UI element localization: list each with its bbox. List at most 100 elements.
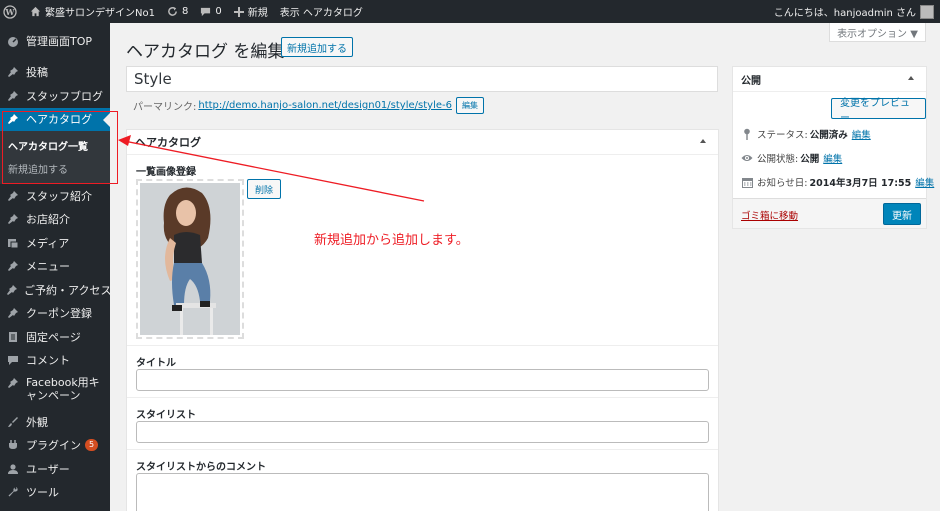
- hair-catalog-metabox: ヘアカタログ 一覧画像登録 削除 タイトル スタイリスト スタイリストからのコメ…: [126, 129, 719, 511]
- user-icon: [6, 462, 20, 476]
- comment-field-label: スタイリストからのコメント: [136, 462, 266, 473]
- eye-icon: [741, 152, 753, 164]
- stylist-field-input[interactable]: [136, 421, 709, 443]
- list-image-frame[interactable]: [136, 179, 244, 339]
- menu-facebook[interactable]: Facebook用キャンペーン: [0, 372, 110, 406]
- pin-icon: [6, 89, 20, 103]
- updates-link[interactable]: 8: [161, 0, 194, 23]
- wrench-icon: [6, 485, 20, 499]
- new-content-link[interactable]: 新規: [228, 0, 274, 23]
- new-label: 新規: [247, 8, 268, 19]
- page-icon: [6, 330, 20, 344]
- permalink-edit-button[interactable]: 編集: [455, 97, 484, 114]
- date-row: お知らせ日: 2014年3月7日 17:55 編集: [741, 175, 934, 189]
- delete-image-button[interactable]: 削除: [247, 179, 282, 199]
- refresh-icon: [168, 6, 177, 16]
- metabox-header[interactable]: ヘアカタログ: [127, 130, 718, 155]
- image-label: 一覧画像登録: [136, 167, 196, 178]
- greeting: こんにちは、hanjoadmin さん: [773, 8, 916, 19]
- date-edit-link[interactable]: 編集: [915, 175, 934, 189]
- collapse-arrow-icon[interactable]: [908, 76, 914, 80]
- publish-header[interactable]: 公開: [733, 67, 926, 92]
- account-menu[interactable]: こんにちは、hanjoadmin さん: [768, 0, 940, 23]
- preview-changes-button[interactable]: 変更をプレビュー: [831, 98, 926, 124]
- media-icon: [6, 236, 20, 250]
- site-name-link[interactable]: 繁盛サロンデザインNo1: [24, 0, 161, 23]
- pin-icon: [741, 128, 753, 140]
- home-icon: [30, 6, 41, 17]
- pin-icon: [6, 376, 20, 390]
- menu-staff[interactable]: スタッフ紹介: [0, 184, 110, 208]
- menu-tools[interactable]: ツール: [0, 481, 110, 505]
- menu-menu[interactable]: メニュー: [0, 255, 110, 279]
- wordpress-logo-icon[interactable]: W: [0, 0, 24, 23]
- move-to-trash-link[interactable]: ゴミ箱に移動: [741, 208, 798, 222]
- permalink-url-link[interactable]: http://demo.hanjo-salon.net/design01/sty…: [198, 100, 452, 111]
- menu-users[interactable]: ユーザー: [0, 457, 110, 481]
- annotation-highlight-box: [2, 111, 118, 184]
- comments-count: 0: [215, 6, 222, 17]
- visibility-value: 公開: [800, 154, 820, 165]
- menu-coupon[interactable]: クーポン登録: [0, 302, 110, 326]
- annotation-text: 新規追加から追加します。: [314, 233, 469, 248]
- comment-field-textarea[interactable]: [136, 473, 709, 511]
- publish-actions: ゴミ箱に移動 更新: [733, 198, 926, 228]
- title-field-input[interactable]: [136, 369, 709, 391]
- updates-count: 8: [181, 6, 189, 17]
- site-name: 繁盛サロンデザインNo1: [45, 8, 155, 19]
- menu-appearance[interactable]: 外観: [0, 410, 110, 434]
- pin-icon: [6, 212, 20, 226]
- visibility-edit-link[interactable]: 編集: [823, 151, 842, 165]
- avatar: [920, 4, 934, 19]
- field-divider: [127, 397, 718, 398]
- view-post-link[interactable]: 表示 ヘアカタログ: [274, 0, 369, 23]
- stylist-field-label: スタイリスト: [136, 410, 196, 421]
- menu-posts[interactable]: 投稿: [0, 61, 110, 85]
- dashboard-icon: [6, 34, 20, 48]
- pin-icon: [6, 65, 20, 79]
- page-title: ヘアカタログ を編集: [126, 42, 285, 62]
- post-title-input[interactable]: Style: [126, 66, 718, 92]
- status-value: 公開済み: [809, 130, 848, 141]
- admin-sidebar: 管理画面TOP 投稿 スタッフブログ ヘアカタログ ヘアカタログ一覧 新規追加す…: [0, 23, 111, 511]
- admin-bar: W 繁盛サロンデザインNo1 8 0 新規 表示 ヘアカタログ こんにちは、ha…: [0, 0, 940, 23]
- field-divider: [127, 345, 718, 346]
- menu-comments[interactable]: コメント: [0, 349, 110, 373]
- brush-icon: [6, 415, 20, 429]
- menu-pages[interactable]: 固定ページ: [0, 325, 110, 349]
- screen-options-toggle[interactable]: 表示オプション ▼: [829, 23, 926, 42]
- pin-icon: [6, 283, 18, 297]
- pin-icon: [6, 189, 20, 203]
- publish-metabox: 公開 変更をプレビュー ステータス: 公開済み 編集 公開状態: 公開 編集 お…: [732, 66, 934, 229]
- add-new-button[interactable]: 新規追加する: [281, 37, 353, 57]
- visibility-row: 公開状態: 公開 編集: [741, 151, 842, 165]
- menu-shop[interactable]: お店紹介: [0, 208, 110, 232]
- status-edit-link[interactable]: 編集: [852, 127, 871, 141]
- permalink-label: パーマリンク:: [133, 102, 197, 113]
- pin-icon: [6, 306, 20, 320]
- model-photo-illustration: [140, 183, 240, 335]
- plugin-icon: [6, 438, 20, 452]
- date-value: 2014年3月7日 17:55: [809, 178, 912, 189]
- comment-icon: [6, 353, 20, 367]
- metabox-title: ヘアカタログ: [135, 136, 201, 149]
- collapse-arrow-icon[interactable]: [700, 139, 706, 143]
- publish-title: 公開: [741, 75, 761, 87]
- comments-link[interactable]: 0: [194, 0, 227, 23]
- plus-icon: [233, 6, 244, 17]
- title-field-label: タイトル: [136, 358, 176, 369]
- field-divider: [127, 449, 718, 450]
- menu-media[interactable]: メディア: [0, 231, 110, 255]
- update-button[interactable]: 更新: [883, 203, 921, 225]
- plugins-update-badge: 5: [85, 439, 99, 452]
- menu-plugins[interactable]: プラグイン 5: [0, 434, 110, 458]
- calendar-icon: [741, 176, 753, 188]
- status-row: ステータス: 公開済み 編集: [741, 127, 871, 141]
- menu-staff-blog[interactable]: スタッフブログ: [0, 84, 110, 108]
- svg-text:W: W: [5, 7, 16, 17]
- menu-reserve[interactable]: ご予約・アクセス: [0, 278, 111, 302]
- pin-icon: [6, 259, 20, 273]
- permalink-row: パーマリンク: http://demo.hanjo-salon.net/desi…: [133, 97, 484, 114]
- menu-dashboard[interactable]: 管理画面TOP: [0, 29, 110, 53]
- hair-model-photo: [140, 183, 240, 335]
